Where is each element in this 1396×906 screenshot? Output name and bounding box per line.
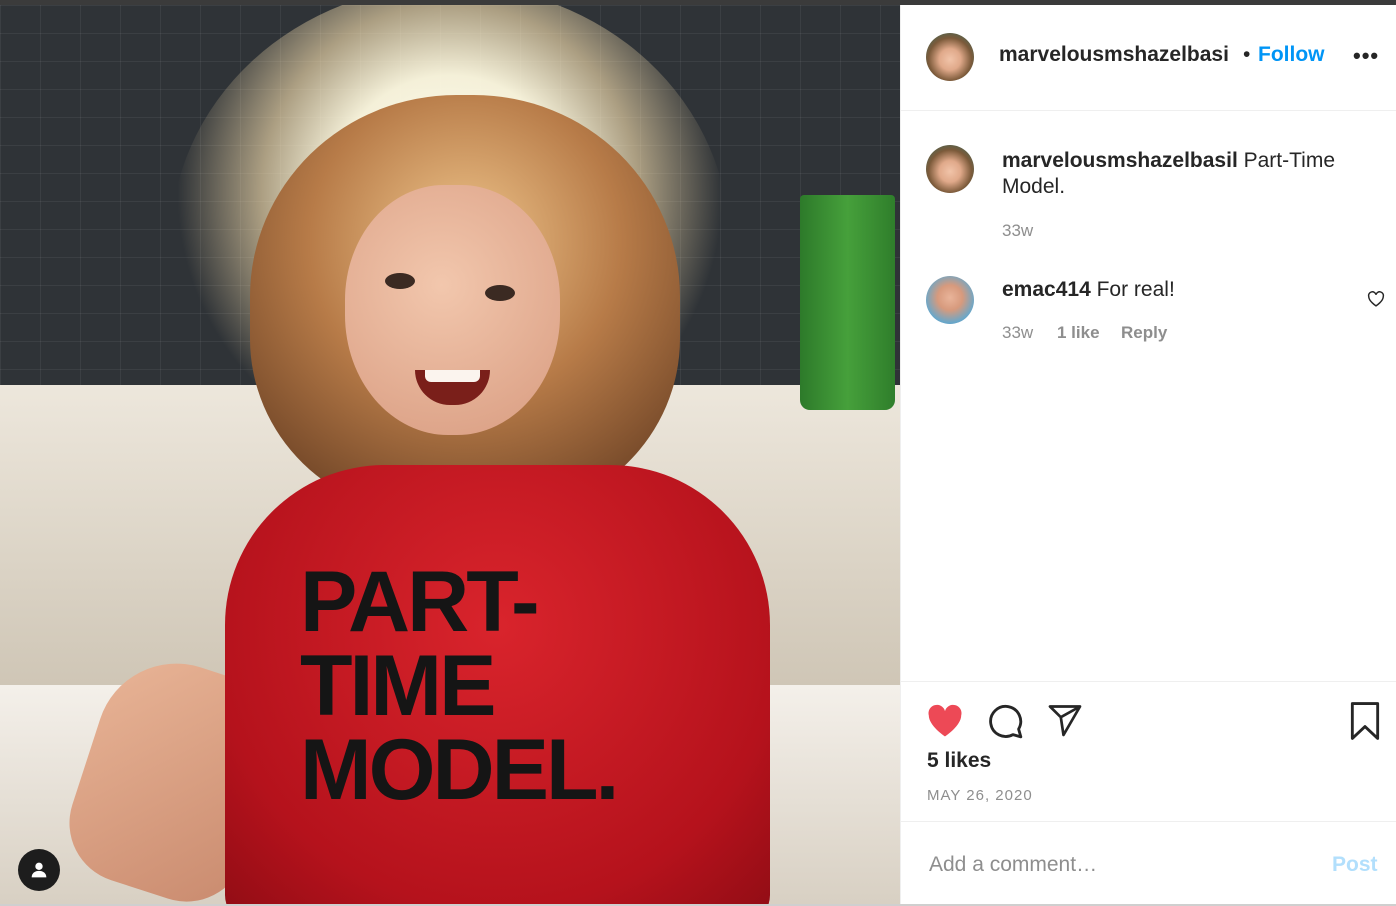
post-header: marvelousmshazelbasi • Follow ••• <box>901 5 1396 111</box>
like-count[interactable]: 5 likes <box>927 749 991 773</box>
photo-eye-left <box>385 273 415 289</box>
follow-button[interactable]: Follow <box>1258 43 1325 67</box>
commenter-avatar[interactable] <box>926 276 974 324</box>
author-avatar[interactable] <box>926 33 974 81</box>
comment-bar: Post <box>901 821 1396 905</box>
post-caption: marvelousmshazelbasil Part-Time Model. <box>1002 148 1372 200</box>
author-username[interactable]: marvelousmshazelbasi <box>999 43 1229 67</box>
post-photo[interactable]: PART- TIME MODEL. <box>0 5 900 904</box>
paper-plane-icon[interactable] <box>1046 702 1084 743</box>
caption-username[interactable]: marvelousmshazelbasil <box>1002 149 1238 172</box>
caption-age[interactable]: 33w <box>1002 221 1033 241</box>
caption-avatar[interactable] <box>926 145 974 193</box>
photo-teeth <box>425 370 480 382</box>
more-options-icon[interactable]: ••• <box>1353 43 1379 69</box>
comment-input[interactable] <box>927 852 1291 878</box>
bookmark-icon[interactable] <box>1348 702 1382 745</box>
comment-bubble-icon[interactable] <box>986 702 1024 745</box>
post-comment-button[interactable]: Post <box>1332 853 1378 877</box>
header-separator: • <box>1243 43 1251 66</box>
comment-likes[interactable]: 1 like <box>1057 323 1100 343</box>
comment-text: For real! <box>1096 278 1175 301</box>
comment-age[interactable]: 33w <box>1002 323 1033 343</box>
photo-eye-right <box>485 285 515 301</box>
user-tag-icon[interactable] <box>18 849 60 891</box>
comment-username[interactable]: emac414 <box>1002 278 1091 301</box>
comment-reply-button[interactable]: Reply <box>1121 323 1167 343</box>
post-side-panel: marvelousmshazelbasi • Follow ••• marvel… <box>900 5 1396 904</box>
photo-green-cup <box>800 195 895 410</box>
photo-shirt-text: PART- TIME MODEL. <box>300 554 619 818</box>
comment-like-icon[interactable] <box>1367 291 1385 312</box>
heart-filled-icon[interactable] <box>926 704 964 743</box>
comment-item: emac414 For real! <box>1002 278 1175 302</box>
post-date[interactable]: MAY 26, 2020 <box>927 787 1033 804</box>
